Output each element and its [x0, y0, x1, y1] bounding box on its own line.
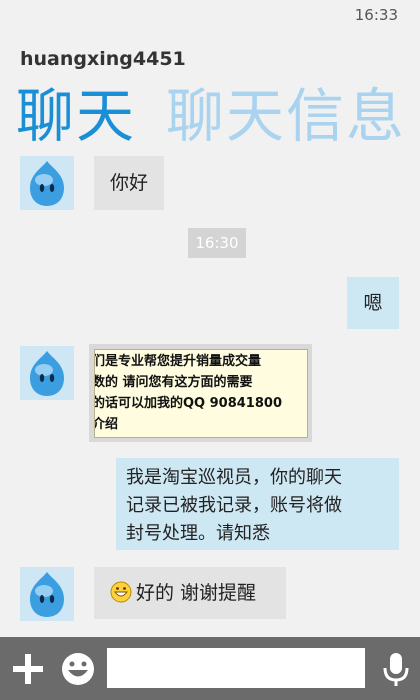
image-text-line: 介绍: [94, 417, 119, 432]
qq-penguin-icon: [20, 346, 74, 400]
message-input[interactable]: [107, 648, 365, 688]
tab-chat[interactable]: 聊天: [16, 82, 136, 150]
message-line: 我是淘宝巡视员，你的聊天: [126, 467, 342, 488]
message-bubble-out[interactable]: 嗯: [347, 277, 399, 329]
grinning-emoji-icon: [110, 581, 132, 603]
image-text-line: 数的 请问您有这方面的需要: [94, 375, 253, 390]
message-bubble-in[interactable]: 好的 谢谢提醒: [94, 567, 286, 619]
contact-name: huangxing4451: [20, 48, 186, 70]
image-text-line: 的话可以加我的QQ 90841800: [94, 396, 282, 411]
qq-penguin-icon: [20, 156, 74, 210]
contact-avatar[interactable]: [20, 156, 74, 210]
message-bubble-out[interactable]: 我是淘宝巡视员，你的聊天 记录已被我记录，账号将做 封号处理。请知悉: [116, 458, 399, 550]
pivot-header: 聊天 聊天信息: [16, 78, 420, 154]
image-message[interactable]: 们是专业帮您提升销量成交量 数的 请问您有这方面的需要 的话可以加我的QQ 90…: [89, 344, 312, 442]
contact-avatar[interactable]: [20, 346, 74, 400]
message-text: 好的 谢谢提醒: [136, 582, 257, 604]
message-line: 记录已被我记录，账号将做: [126, 495, 342, 516]
timestamp-pill: 16:30: [188, 228, 246, 258]
contact-avatar[interactable]: [20, 567, 74, 621]
qq-penguin-icon: [20, 567, 74, 621]
emoji-icon[interactable]: [58, 649, 98, 689]
composer-bar: [0, 637, 420, 700]
tab-chat-info[interactable]: 聊天信息: [166, 82, 406, 150]
message-bubble-in[interactable]: 你好: [94, 156, 164, 210]
message-line: 封号处理。请知悉: [126, 523, 270, 544]
screenshot-image: 们是专业帮您提升销量成交量 数的 请问您有这方面的需要 的话可以加我的QQ 90…: [94, 349, 308, 438]
status-time: 16:33: [354, 6, 398, 24]
microphone-icon[interactable]: [376, 649, 416, 689]
plus-icon[interactable]: [8, 649, 48, 689]
image-text-line: 们是专业帮您提升销量成交量: [94, 354, 262, 369]
